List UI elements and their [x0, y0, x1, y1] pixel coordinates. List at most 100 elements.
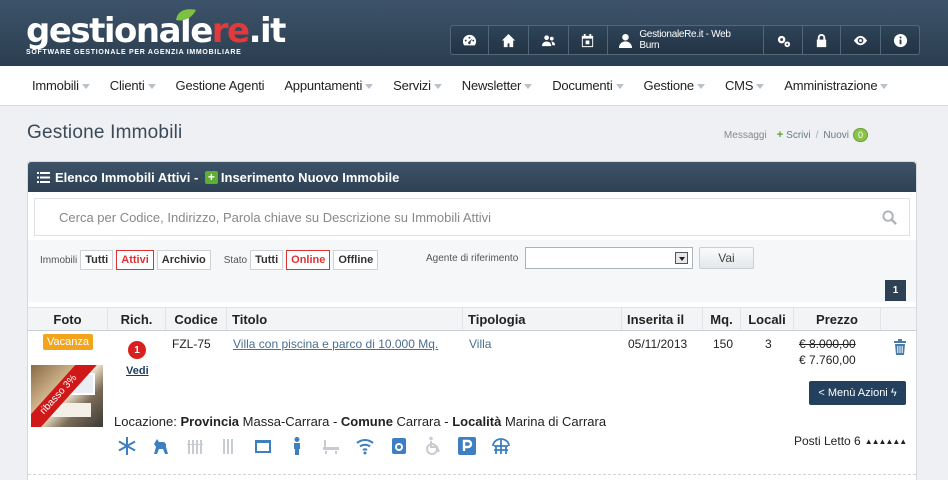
nav-gestione-agenti[interactable]: Gestione Agenti	[176, 78, 265, 93]
nav-clienti[interactable]: Clienti	[110, 78, 156, 93]
col-inserita[interactable]: Inserita il	[622, 308, 703, 330]
messages-label: Messaggi	[723, 129, 767, 141]
nav-immobili[interactable]: Immobili	[32, 78, 90, 93]
lock-button[interactable]	[803, 26, 842, 54]
info-button[interactable]	[881, 26, 919, 54]
nav-appuntamenti[interactable]: Appuntamenti	[284, 78, 374, 93]
go-button[interactable]: Vai	[699, 247, 754, 269]
clients-button[interactable]	[529, 26, 569, 54]
users-icon	[541, 34, 555, 46]
info-icon	[893, 33, 907, 47]
lock-icon	[817, 33, 827, 47]
leaf-icon	[176, 9, 196, 21]
write-message-link[interactable]: + Scrivi	[777, 129, 811, 141]
eye-icon	[854, 35, 868, 45]
nav-gestione[interactable]: Gestione	[644, 78, 705, 93]
messages-bar: Messaggi + Scrivi / Nuovi 0	[724, 128, 868, 142]
col-codice[interactable]: Codice	[166, 308, 227, 330]
tv-icon	[246, 434, 280, 458]
main-nav: Immobili Clienti Gestione Agenti Appunta…	[0, 66, 948, 106]
beds-info: Posti Letto 6 ▲▲▲▲▲▲	[794, 434, 908, 448]
trash-icon[interactable]	[893, 339, 907, 355]
home-button[interactable]	[489, 26, 529, 54]
status-filters: Immobili Tutti Attivi Archivio Stato Tut…	[40, 249, 381, 271]
calendar-icon	[582, 33, 594, 47]
nav-cms[interactable]: CMS	[725, 78, 765, 93]
new-messages-link[interactable]: Nuovi	[823, 130, 849, 141]
search-icon[interactable]	[882, 210, 897, 225]
speedometer-icon	[462, 34, 476, 45]
caret-down-icon	[365, 83, 374, 89]
active-list-link[interactable]: Elenco Immobili Attivi	[55, 170, 190, 185]
list-icon	[37, 171, 50, 183]
caret-down-icon	[147, 83, 156, 89]
user-menu[interactable]: GestionaleRe.it - Web Burn	[608, 26, 764, 54]
old-price: € 8.000,00	[799, 337, 856, 351]
nav-amministrazione[interactable]: Amministrazione	[784, 78, 889, 93]
search-input[interactable]	[35, 199, 909, 235]
property-rooms: 3	[765, 337, 772, 351]
add-icon: +	[204, 170, 218, 184]
vacation-badge: Vacanza	[43, 334, 93, 350]
nav-newsletter[interactable]: Newsletter	[462, 78, 533, 93]
settings-button[interactable]	[764, 26, 804, 54]
home-icon	[501, 33, 515, 47]
location-info: Locazione: Provincia Massa-Carrara - Com…	[114, 414, 607, 429]
col-locali[interactable]: Locali	[741, 308, 794, 330]
property-photo[interactable]: ribasso 3%	[31, 365, 103, 427]
nav-servizi[interactable]: Servizi	[393, 78, 442, 93]
col-foto[interactable]: Foto	[28, 308, 108, 330]
col-prezzo[interactable]: Prezzo	[794, 308, 881, 330]
washing-machine-icon	[382, 434, 416, 458]
logo[interactable]: gestionalere.it SOFTWARE GESTIONALE PER …	[26, 9, 286, 62]
nav-documenti[interactable]: Documenti	[552, 78, 624, 93]
page-number[interactable]: 1	[885, 280, 906, 301]
panel-header: Elenco Immobili Attivi - + Inserimento N…	[28, 162, 916, 192]
top-toolbar: GestionaleRe.it - Web Burn	[450, 25, 920, 55]
wheelchair-icon	[416, 434, 450, 458]
family-icon	[280, 434, 314, 458]
stato-filter-label: Stato	[223, 254, 248, 266]
property-code: FZL-75	[172, 337, 211, 351]
caret-down-icon	[615, 83, 624, 89]
filter-immobili-attivi[interactable]: Attivi	[116, 250, 154, 270]
property-title-link[interactable]: Villa con piscina e parco di 10.000 Mq.	[233, 337, 438, 351]
new-price: € 7.760,00	[799, 353, 856, 367]
dashboard-button[interactable]	[451, 26, 489, 54]
property-sqm: 150	[713, 337, 734, 351]
filter-immobili-tutti[interactable]: Tutti	[80, 250, 114, 270]
filter-stato-offline[interactable]: Offline	[333, 250, 379, 270]
heating-icon	[178, 434, 212, 458]
agent-label: Agente di riferimento	[426, 253, 519, 264]
new-messages-count: 0	[852, 128, 868, 142]
col-tipologia[interactable]: Tipologia	[463, 308, 622, 330]
agent-select[interactable]	[525, 247, 693, 269]
filter-immobili-archivio[interactable]: Archivio	[156, 250, 211, 270]
actions-menu-button[interactable]: < Menù Azioni ϟ	[809, 381, 906, 405]
insert-property-link[interactable]: Inserimento Nuovo Immobile	[221, 170, 399, 185]
col-richieste[interactable]: Rich.	[108, 308, 166, 330]
table-header: Foto Rich. Codice Titolo Tipologia Inser…	[28, 307, 916, 331]
filter-stato-tutti[interactable]: Tutti	[250, 250, 284, 270]
amenities-icons	[110, 434, 518, 458]
beds-icon: ▲▲▲▲▲▲	[864, 436, 908, 446]
immobili-filter-label: Immobili	[40, 254, 78, 266]
col-mq[interactable]: Mq.	[703, 308, 741, 330]
parking-icon	[450, 434, 484, 458]
garden-icon	[484, 434, 518, 458]
wifi-icon	[348, 434, 382, 458]
user-icon	[619, 33, 633, 48]
preview-button[interactable]	[841, 26, 882, 54]
air-conditioning-icon	[110, 434, 144, 458]
chevron-down-icon	[675, 252, 688, 264]
properties-panel: Elenco Immobili Attivi - + Inserimento N…	[27, 161, 917, 480]
discount-ribbon: ribasso 3%	[31, 365, 99, 427]
requests-count: 1	[128, 341, 146, 359]
caret-down-icon	[696, 83, 705, 89]
col-titolo[interactable]: Titolo	[227, 308, 463, 330]
view-requests-link[interactable]: Vedi	[126, 365, 149, 377]
calendar-button[interactable]	[569, 26, 609, 54]
filter-stato-online[interactable]: Online	[286, 250, 331, 270]
search-box	[34, 198, 910, 236]
caret-down-icon	[756, 83, 765, 89]
